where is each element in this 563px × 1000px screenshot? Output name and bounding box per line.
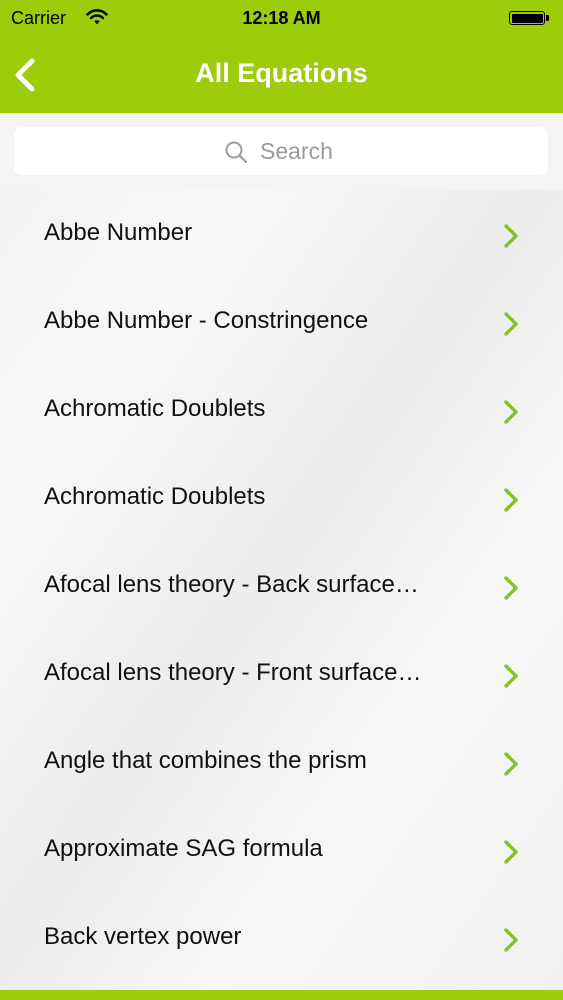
status-time: 12:18 AM xyxy=(242,8,321,28)
list-item-label: Abbe Number xyxy=(44,219,193,246)
search-bar xyxy=(0,113,563,190)
bottom-bar xyxy=(0,990,563,1000)
list-item-label: Afocal lens theory - Back surface… xyxy=(44,571,419,598)
chevron-right-icon xyxy=(504,224,518,248)
chevron-right-icon xyxy=(504,576,518,600)
list-item-label: Approximate SAG formula xyxy=(44,835,323,862)
list-item[interactable]: Achromatic Doublets xyxy=(0,455,563,543)
list-item[interactable]: Back vertex power xyxy=(0,895,563,983)
chevron-right-icon xyxy=(504,400,518,424)
list-item-label: Back vertex power xyxy=(44,923,242,950)
list-item[interactable]: Afocal lens theory - Back surface… xyxy=(0,543,563,631)
equations-list: Abbe Number Abbe Number - Constringence … xyxy=(0,191,563,983)
battery-icon xyxy=(509,11,549,25)
list-item-label: Angle that combines the prism xyxy=(44,747,367,774)
chevron-right-icon xyxy=(504,752,518,776)
equations-content: Abbe Number Abbe Number - Constringence … xyxy=(0,113,563,990)
chevron-right-icon xyxy=(504,928,518,952)
page-title: All Equations xyxy=(195,58,368,88)
list-item[interactable]: Abbe Number - Constringence xyxy=(0,279,563,367)
list-item-label: Achromatic Doublets xyxy=(44,395,266,422)
chevron-right-icon xyxy=(504,312,518,336)
list-item-label: Abbe Number - Constringence xyxy=(44,307,369,334)
list-item[interactable]: Approximate SAG formula xyxy=(0,807,563,895)
list-item[interactable]: Abbe Number xyxy=(0,191,563,279)
list-item-label: Achromatic Doublets xyxy=(44,483,266,510)
list-item[interactable]: Angle that combines the prism xyxy=(0,719,563,807)
chevron-right-icon xyxy=(504,664,518,688)
chevron-right-icon xyxy=(504,840,518,864)
status-bar: Carrier 12:18 AM xyxy=(0,0,563,40)
list-item-label: Afocal lens theory - Front surface… xyxy=(44,659,422,686)
search-input[interactable] xyxy=(14,127,548,175)
chevron-right-icon xyxy=(504,488,518,512)
list-item[interactable]: Achromatic Doublets xyxy=(0,367,563,455)
navigation-header: Carrier 12:18 AM All Equations xyxy=(0,0,563,113)
list-item[interactable]: Afocal lens theory - Front surface… xyxy=(0,631,563,719)
